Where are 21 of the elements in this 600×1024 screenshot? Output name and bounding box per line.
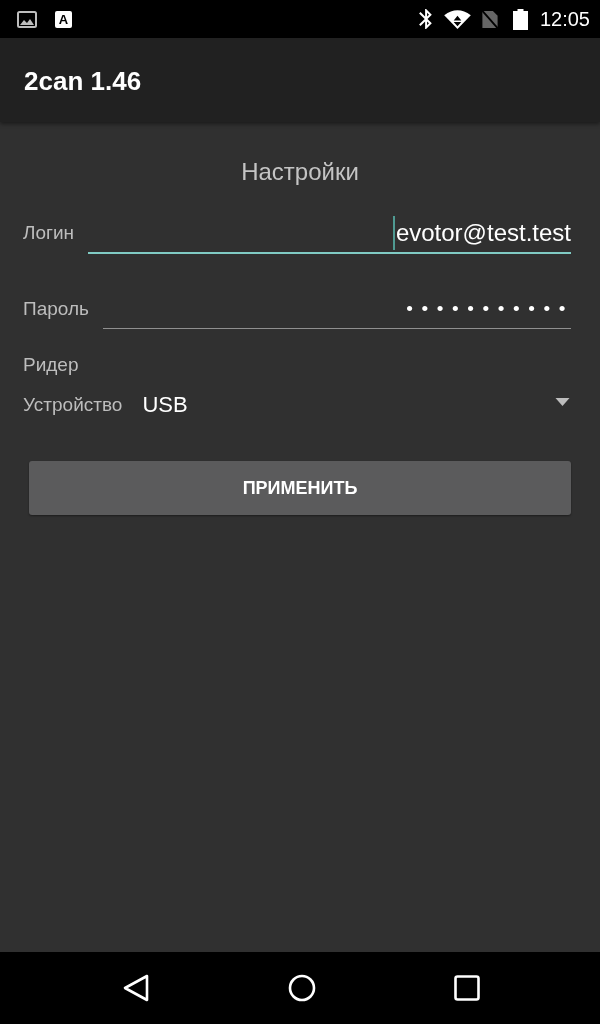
no-sim-icon [480, 9, 499, 29]
image-notification-icon [17, 10, 37, 28]
back-icon[interactable] [123, 974, 149, 1002]
app-notification-icon: A [55, 10, 72, 28]
battery-icon [512, 8, 528, 30]
wifi-icon [443, 9, 471, 29]
device-dropdown[interactable]: USB [142, 385, 571, 425]
app-title: 2can 1.46 [24, 65, 142, 97]
recent-apps-icon[interactable] [454, 975, 480, 1001]
password-field[interactable]: ••••••••••• [102, 284, 571, 329]
home-icon[interactable] [288, 974, 316, 1002]
section-label: Ридер [23, 353, 79, 377]
bluetooth-icon [418, 9, 432, 29]
dropdown-arrow-icon [555, 398, 570, 406]
login-field[interactable]: evotor@test.test [88, 208, 571, 254]
settings-heading: Настройки [241, 158, 359, 186]
apply-button[interactable]: ПРИМЕНИТЬ [29, 461, 571, 515]
field-label: Пароль [23, 296, 89, 321]
field-label: Логин [23, 221, 75, 245]
clock-time: 12:05 [539, 7, 590, 31]
device-label: Устройство [23, 393, 123, 417]
